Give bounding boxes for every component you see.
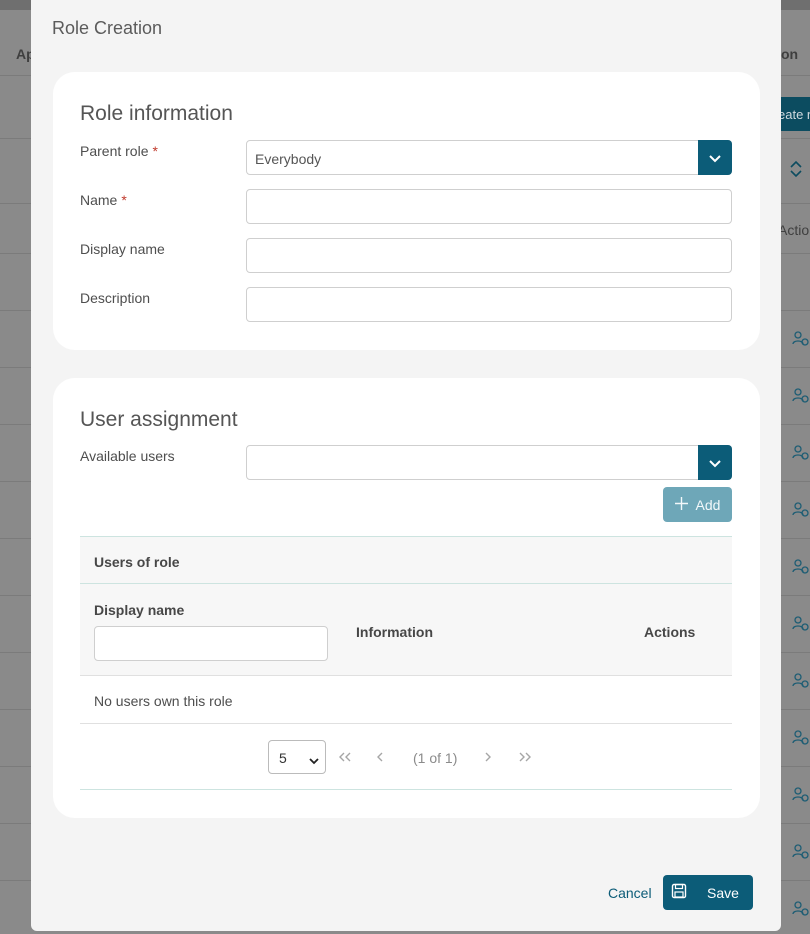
add-user-button[interactable]: Add: [663, 487, 732, 522]
users-role-icon[interactable]: [792, 673, 810, 689]
available-users-dropdown-button[interactable]: [698, 445, 732, 480]
users-role-icon[interactable]: [792, 388, 810, 404]
table-header-row: Display name Information Actions: [80, 584, 732, 676]
users-role-icon[interactable]: [792, 901, 810, 917]
page-size-value: 5: [279, 750, 287, 766]
user-assignment-card: User assignment Available users Add User…: [53, 378, 760, 818]
display-name-filter-input[interactable]: [94, 626, 328, 661]
users-role-icon[interactable]: [792, 730, 810, 746]
name-input[interactable]: [246, 189, 732, 224]
display-name-input[interactable]: [246, 238, 732, 273]
add-button-label: Add: [695, 496, 721, 513]
users-of-role-table: Users of role Display name Information A…: [80, 536, 732, 790]
role-information-card: Role information Parent role * Everybody …: [53, 72, 760, 350]
users-role-icon[interactable]: [792, 445, 810, 461]
users-role-icon[interactable]: [792, 787, 810, 803]
role-creation-dialog: Role Creation Role information Parent ro…: [31, 0, 781, 931]
background-actions-header: Actio: [778, 222, 810, 238]
available-users-label: Available users: [80, 448, 175, 464]
users-role-icon[interactable]: [792, 331, 810, 347]
first-page-icon[interactable]: [338, 749, 352, 767]
required-marker: *: [121, 192, 127, 208]
required-marker: *: [152, 143, 158, 159]
column-information: Information: [356, 624, 433, 640]
chevron-down-icon: [309, 752, 319, 768]
chevron-down-icon: [709, 455, 721, 471]
users-role-icon[interactable]: [792, 559, 810, 575]
users-role-icon[interactable]: [792, 502, 810, 518]
users-role-icon[interactable]: [792, 844, 810, 860]
chevron-down-icon: [709, 150, 721, 166]
description-input[interactable]: [246, 287, 732, 322]
empty-message: No users own this role: [80, 676, 732, 724]
display-name-label: Display name: [80, 241, 165, 257]
page-indicator: (1 of 1): [413, 750, 458, 766]
description-label: Description: [80, 290, 151, 306]
name-label: Name *: [80, 192, 127, 208]
parent-role-select[interactable]: Everybody: [246, 140, 732, 175]
table-title: Users of role: [80, 536, 732, 584]
column-display-name[interactable]: Display name: [94, 602, 184, 618]
parent-role-label: Parent role *: [80, 143, 158, 159]
users-role-icon[interactable]: [792, 616, 810, 632]
parent-role-dropdown-button[interactable]: [698, 140, 732, 175]
save-button-label: Save: [707, 884, 739, 901]
column-actions: Actions: [644, 624, 696, 640]
sort-icon: [789, 160, 803, 181]
next-page-icon[interactable]: [484, 749, 492, 767]
save-button[interactable]: Save: [663, 875, 753, 910]
plus-icon: [674, 496, 688, 513]
role-information-title: Role information: [80, 102, 233, 125]
page-size-select[interactable]: 5: [268, 740, 326, 774]
floppy-disk-icon: [671, 883, 687, 902]
parent-role-value: Everybody: [255, 151, 322, 167]
available-users-select[interactable]: [246, 445, 732, 480]
paginator: 5 (1 of 1): [80, 724, 732, 790]
cancel-button[interactable]: Cancel: [608, 885, 652, 901]
user-assignment-title: User assignment: [80, 408, 238, 431]
background-column-header-right: on: [781, 46, 799, 62]
last-page-icon[interactable]: [518, 749, 532, 767]
previous-page-icon[interactable]: [376, 749, 384, 767]
dialog-title: Role Creation: [52, 18, 163, 38]
